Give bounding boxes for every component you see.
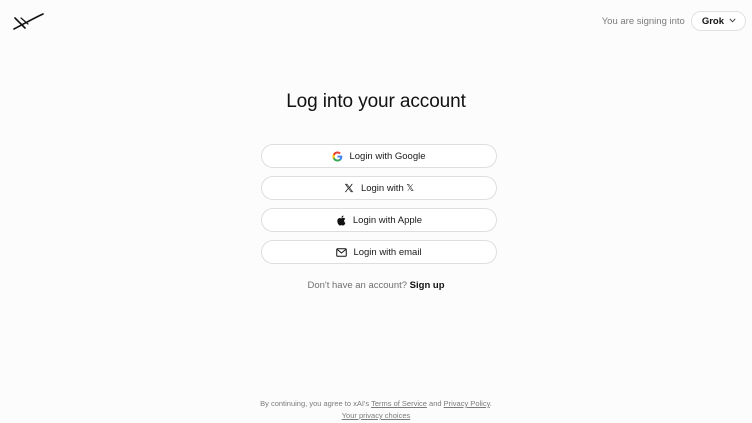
app-select-value: Grok <box>701 15 724 27</box>
login-with-x-button[interactable]: Login with 𝕏 <box>261 176 497 200</box>
signup-link[interactable]: Sign up <box>410 280 445 291</box>
login-with-email-button[interactable]: Login with email <box>261 240 497 264</box>
login-with-google-label: Login with Google <box>349 150 426 162</box>
privacy-choices-link[interactable]: Your privacy choices <box>342 411 411 420</box>
signing-into-label: You are signing into <box>601 15 685 27</box>
terms-period: . <box>489 399 492 408</box>
legal-footer: By continuing, you agree to xAI's Terms … <box>0 398 752 422</box>
login-with-apple-label: Login with Apple <box>352 214 423 226</box>
login-with-email-label: Login with email <box>353 246 422 258</box>
signup-row: Don't have an account? Sign up <box>0 280 752 291</box>
apple-icon <box>336 215 347 226</box>
terms-of-service-link[interactable]: Terms of Service <box>371 399 427 408</box>
terms-line: By continuing, you agree to xAI's Terms … <box>0 398 752 410</box>
login-with-apple-button[interactable]: Login with Apple <box>261 208 497 232</box>
chevron-down-icon <box>729 16 736 25</box>
mail-icon <box>336 247 348 258</box>
login-with-x-label: Login with 𝕏 <box>360 182 415 194</box>
xai-logo-icon[interactable] <box>12 12 44 32</box>
terms-prefix: By continuing, you agree to xAI's <box>260 399 370 408</box>
login-with-google-button[interactable]: Login with Google <box>261 144 497 168</box>
app-context: You are signing into Grok <box>602 11 746 31</box>
terms-and: and <box>429 399 442 408</box>
privacy-policy-link[interactable]: Privacy Policy <box>444 399 490 408</box>
login-page: You are signing into Grok Log into your … <box>0 0 752 423</box>
google-icon <box>332 150 343 162</box>
app-select-dropdown[interactable]: Grok <box>690 11 746 31</box>
x-logo-icon <box>344 183 355 194</box>
page-title: Log into your account <box>286 91 466 112</box>
signup-prompt: Don't have an account? <box>307 280 408 291</box>
